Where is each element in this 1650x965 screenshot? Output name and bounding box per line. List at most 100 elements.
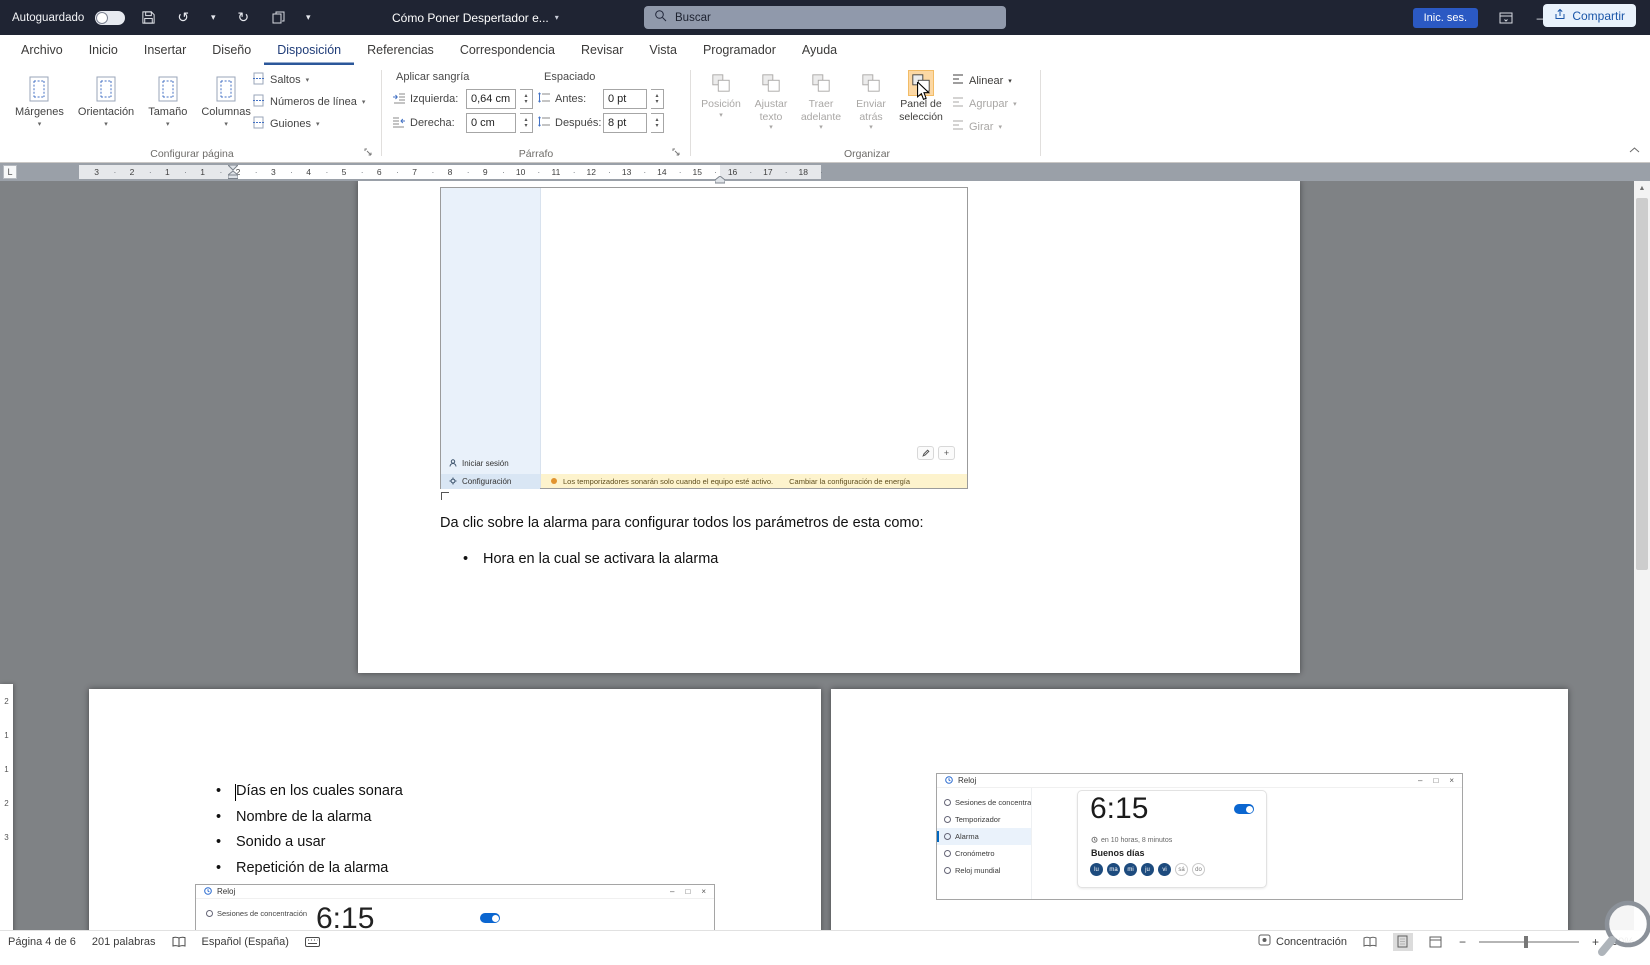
ribbon-tab[interactable]: Vista [636,35,690,65]
arrange-menu-button[interactable]: Alinear ▾ [952,71,1017,90]
search-input[interactable] [675,11,975,24]
ribbon-tab[interactable]: Revisar [568,35,636,65]
alarm-bell-icon [1091,836,1098,845]
web-layout-button[interactable] [1426,933,1446,951]
bullet-item[interactable]: Nombre de la alarma [216,809,403,835]
ribbon-big-button[interactable]: Orientación ▾ [71,67,141,143]
spacing-before-spinner[interactable]: ▴ ▾ [651,89,664,109]
indent-left-input[interactable] [466,89,516,109]
ribbon-tab[interactable]: Programador [690,35,789,65]
ribbon-tab[interactable]: Archivo [8,35,76,65]
indent-left-icon [392,92,406,107]
bullet-item[interactable]: Repetición de la alarma [216,860,403,886]
clock-icon [204,886,212,897]
ribbon-tab[interactable]: Disposición [264,35,354,65]
ribbon-tab[interactable]: Diseño [199,35,264,65]
scrollbar-thumb[interactable] [1636,198,1648,570]
spacing-after-spinner[interactable]: ▴ ▾ [651,113,664,133]
day-chip: do [1192,863,1205,876]
focus-mode-button[interactable]: Concentración [1258,934,1347,949]
indent-marker[interactable] [226,164,240,184]
arrange-button[interactable]: Panel de selección [896,67,946,145]
clock-sidebar: Iniciar sesión Configuración [441,188,541,489]
maximize-icon: □ [685,887,691,896]
ribbon-big-button[interactable]: Márgenes ▾ [8,67,71,143]
alarm-card: 6:15 en 10 horas, 8 minutos Buenos días … [1077,790,1267,888]
ruler-number: 3 [256,165,293,179]
spacing-before-input[interactable] [603,89,647,109]
document-page-3[interactable]: Reloj – □ × Sesiones de concentraci Temp… [831,689,1568,930]
macro-record-icon[interactable] [304,936,320,947]
save-icon[interactable] [136,6,160,30]
paragraph-text[interactable]: Da clic sobre la alarma para configurar … [440,515,924,531]
add-icon: + [938,446,955,460]
share-button[interactable]: Compartir [1543,4,1636,27]
vertical-ruler[interactable]: 2 1 1 2 3 [0,684,13,930]
clock-app-screenshot-2[interactable]: Reloj – □ × Sesiones de concentración 6:… [195,884,715,930]
indent-left-spinner[interactable]: ▴ ▾ [520,89,533,109]
page-indicator[interactable]: Página 4 de 6 [8,936,76,948]
document-page-2[interactable]: Días en los cuales sonaraNombre de la al… [89,689,821,930]
ribbon-big-button[interactable]: Tamaño ▾ [141,67,194,143]
dialog-launcher-icon[interactable] [362,146,374,158]
dialog-launcher-icon[interactable] [670,146,682,158]
ribbon-tab[interactable]: Ayuda [789,35,850,65]
arrange-button[interactable]: Traer adelante ▾ [796,67,846,145]
arrange-button[interactable]: Ajustar texto ▾ [746,67,796,145]
autosave-label: Autoguardado [12,11,85,24]
bullet-item[interactable]: Días en los cuales sonara [216,783,403,809]
arrange-menu-button[interactable]: Agrupar ▾ [952,94,1017,113]
indent-header: Aplicar sangría [396,71,470,83]
right-indent-marker[interactable] [714,171,726,189]
autosave-toggle[interactable] [95,10,126,25]
tab-stop-selector[interactable]: L [3,165,17,179]
spacing-after-input[interactable] [603,113,647,133]
ribbon-small-button[interactable]: Guiones ▾ [252,114,365,133]
undo-dropdown-icon[interactable]: ▾ [206,6,220,30]
indent-right-input[interactable] [466,113,516,133]
undo-icon[interactable]: ↺ [171,6,195,30]
ribbon-tab[interactable]: Correspondencia [447,35,568,65]
clock-app-screenshot-3[interactable]: Reloj – □ × Sesiones de concentraci Temp… [936,773,1463,900]
scroll-up-icon[interactable]: ▲ [1634,181,1650,196]
ribbon-small-button[interactable]: Saltos ▾ [252,70,365,89]
magnifier-overlay-icon [1596,896,1650,960]
proofing-icon[interactable] [172,936,186,948]
arrange-button[interactable]: Enviar atrás ▾ [846,67,896,145]
arrange-button[interactable]: Posición ▾ [696,67,746,145]
zoom-slider-thumb[interactable] [1523,935,1528,948]
bullet-item[interactable]: Sonido a usar [216,834,403,860]
read-mode-button[interactable] [1360,933,1380,951]
word-count[interactable]: 201 palabras [92,936,156,948]
ribbon-small-button[interactable]: Números de línea ▾ [252,92,365,111]
small-button-icon [252,116,265,132]
clock-window-controls: – □ × [670,887,706,896]
indent-right-spinner[interactable]: ▴ ▾ [520,113,533,133]
arrange-menu-button[interactable]: Girar ▾ [952,117,1017,136]
bullet-item[interactable]: Hora en la cual se activara la alarma [463,551,718,577]
sign-in-button[interactable]: Inic. ses. [1412,7,1478,28]
customize-toolbar-icon[interactable]: ▾ [301,6,315,30]
ribbon-tab[interactable]: Referencias [354,35,447,65]
clock-nav-item: Sesiones de concentraci [937,794,1031,811]
document-page-1[interactable]: Iniciar sesión Configuración + Los tempo… [358,181,1300,673]
collapse-ribbon-icon[interactable] [1629,140,1640,158]
arrange-icon [758,70,784,96]
search-box[interactable] [644,6,1006,29]
zoom-slider[interactable] [1478,935,1579,948]
ribbon-big-button[interactable]: Columnas ▾ [194,67,258,143]
ribbon-tab[interactable]: Inicio [76,35,131,65]
ruler-number: 3 [79,165,116,179]
language-indicator[interactable]: Español (España) [202,936,289,948]
vruler-number: 2 [4,696,9,706]
redo-icon[interactable]: ↻ [231,6,255,30]
ribbon-tab[interactable]: Insertar [131,35,199,65]
ribbon-display-options-icon[interactable] [1494,6,1518,30]
document-title[interactable]: Cómo Poner Despertador e... ▾ [392,0,559,35]
horizontal-ruler[interactable]: L 321123456789101112131415161718 [0,163,1650,184]
vertical-scrollbar[interactable]: ▲ [1634,181,1650,930]
print-layout-button[interactable] [1392,932,1413,951]
touch-mode-icon[interactable] [266,6,290,30]
zoom-out-button[interactable]: − [1459,935,1466,949]
clock-app-screenshot-cropped[interactable]: Iniciar sesión Configuración + Los tempo… [440,187,968,489]
